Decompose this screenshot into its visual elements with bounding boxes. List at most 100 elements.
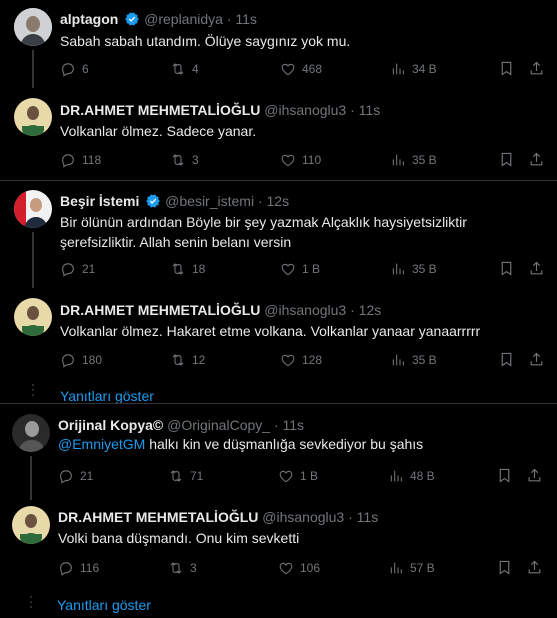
mention-link[interactable]: @EmniyetGM — [58, 436, 145, 452]
repost-button[interactable]: 12 — [170, 351, 205, 369]
avatar[interactable] — [14, 8, 52, 46]
share-icon — [528, 260, 545, 277]
share-button[interactable] — [528, 260, 545, 277]
views-button[interactable]: 35 B — [390, 151, 437, 169]
views-button[interactable]: 35 B — [390, 260, 437, 278]
avatar[interactable] — [14, 298, 52, 336]
like-count: 128 — [302, 353, 323, 367]
display-name[interactable]: DR.AHMET MEHMETALİOĞLU — [58, 509, 258, 525]
bookmark-button[interactable] — [498, 151, 515, 168]
share-button[interactable] — [526, 559, 543, 576]
show-replies-link[interactable]: Yanıtları göster — [60, 388, 154, 404]
bookmark-button[interactable] — [498, 260, 515, 277]
avatar[interactable] — [12, 506, 50, 544]
tweet-actions: 180 12 128 35 B — [60, 351, 546, 369]
tweet-3[interactable]: Beşir İstemi @besir_istemi · 12s Bir ölü… — [0, 181, 557, 288]
view-count: 35 B — [412, 153, 437, 167]
reply-button[interactable]: 6 — [60, 60, 89, 78]
show-replies-link[interactable]: Yanıtları göster — [57, 597, 151, 613]
reply-button[interactable]: 116 — [58, 559, 99, 577]
display-name[interactable]: alptagon — [60, 11, 118, 27]
like-button[interactable]: 468 — [280, 60, 322, 78]
bookmark-button[interactable] — [496, 467, 513, 484]
view-count: 35 B — [412, 262, 437, 276]
timestamp[interactable]: · 11s — [227, 11, 257, 27]
tweet-text-body: halkı kin ve düşmanlığa sevkediyor bu şa… — [145, 436, 424, 452]
reply-button[interactable]: 21 — [58, 467, 93, 485]
handle[interactable]: @ihsanoglu3 — [264, 102, 346, 118]
bookmark-button[interactable] — [496, 559, 513, 576]
views-button[interactable]: 35 B — [390, 351, 437, 369]
tweet-actions: 118 3 110 35 B — [60, 151, 546, 169]
like-button[interactable]: 128 — [280, 351, 322, 369]
views-icon — [390, 352, 406, 368]
reply-button[interactable]: 21 — [60, 260, 95, 278]
share-icon — [528, 351, 545, 368]
view-count: 35 B — [412, 353, 437, 367]
handle[interactable]: @ihsanoglu3 — [262, 509, 344, 525]
repost-button[interactable]: 3 — [168, 559, 197, 577]
share-icon — [526, 467, 543, 484]
tweet-5[interactable]: Orijinal Kopya© @OriginalCopy_ · 11s @Em… — [0, 404, 557, 500]
reply-icon — [58, 468, 74, 484]
like-button[interactable]: 1 B — [280, 260, 320, 278]
reply-icon — [58, 560, 74, 576]
verified-badge-icon — [145, 193, 161, 213]
tweet-4[interactable]: DR.AHMET MEHMETALİOĞLU @ihsanoglu3 · 12s… — [0, 288, 557, 380]
views-button[interactable]: 48 B — [388, 467, 435, 485]
bookmark-button[interactable] — [498, 351, 515, 368]
handle[interactable]: @replanidya — [144, 11, 223, 27]
display-name[interactable]: DR.AHMET MEHMETALİOĞLU — [60, 102, 260, 118]
handle[interactable]: @besir_istemi — [165, 193, 254, 209]
tweet-text: Volkanlar ölmez. Hakaret etme volkana. V… — [60, 323, 481, 339]
share-button[interactable] — [528, 151, 545, 168]
avatar[interactable] — [14, 190, 52, 228]
tweet-text: Volki bana düşmandı. Onu kim sevketti — [58, 530, 300, 546]
like-button[interactable]: 110 — [280, 151, 321, 169]
repost-count: 3 — [190, 561, 197, 575]
heart-icon — [280, 152, 296, 168]
reply-count: 6 — [82, 62, 89, 76]
tweet-6[interactable]: DR.AHMET MEHMETALİOĞLU @ihsanoglu3 · 11s… — [0, 496, 557, 588]
repost-button[interactable]: 18 — [170, 260, 205, 278]
like-button[interactable]: 106 — [278, 559, 320, 577]
handle[interactable]: @ihsanoglu3 — [264, 302, 346, 318]
avatar[interactable] — [14, 98, 52, 136]
share-button[interactable] — [528, 60, 545, 77]
tweet-text: Sabah sabah utandım. Ölüye saygınız yok … — [60, 33, 351, 49]
like-count: 1 B — [302, 262, 321, 276]
display-name[interactable]: DR.AHMET MEHMETALİOĞLU — [60, 302, 260, 318]
bookmark-icon — [496, 559, 513, 576]
bookmark-button[interactable] — [498, 60, 515, 77]
timestamp[interactable]: · 11s — [274, 417, 304, 433]
display-name[interactable]: Beşir İstemi — [60, 193, 139, 209]
bookmark-icon — [498, 351, 515, 368]
bookmark-icon — [498, 260, 515, 277]
repost-button[interactable]: 71 — [168, 467, 203, 485]
tweet-2[interactable]: DR.AHMET MEHMETALİOĞLU @ihsanoglu3 · 11s… — [0, 88, 557, 180]
tweet-text-line: şerefsizliktir. Allah senin belanı versi… — [60, 234, 292, 250]
reply-count: 21 — [82, 262, 96, 276]
repost-button[interactable]: 4 — [170, 60, 199, 78]
share-button[interactable] — [526, 467, 543, 484]
timestamp[interactable]: · 11s — [348, 509, 378, 525]
views-icon — [388, 560, 404, 576]
reply-button[interactable]: 118 — [60, 151, 101, 169]
share-icon — [528, 60, 545, 77]
reply-count: 180 — [82, 353, 103, 367]
view-count: 48 B — [410, 469, 435, 483]
heart-icon — [278, 468, 294, 484]
views-button[interactable]: 34 B — [390, 60, 437, 78]
display-name[interactable]: Orijinal Kopya© — [58, 417, 163, 433]
timestamp[interactable]: · 12s — [350, 302, 381, 318]
like-button[interactable]: 1 B — [278, 467, 318, 485]
handle[interactable]: @OriginalCopy_ — [167, 417, 270, 433]
share-button[interactable] — [528, 351, 545, 368]
reply-button[interactable]: 180 — [60, 351, 102, 369]
avatar[interactable] — [12, 414, 50, 452]
repost-button[interactable]: 3 — [170, 151, 199, 169]
timestamp[interactable]: · 12s — [258, 193, 289, 209]
tweet-1[interactable]: alptagon @replanidya · 11s Sabah sabah u… — [0, 0, 557, 88]
views-button[interactable]: 57 B — [388, 559, 435, 577]
timestamp[interactable]: · 11s — [350, 102, 380, 118]
